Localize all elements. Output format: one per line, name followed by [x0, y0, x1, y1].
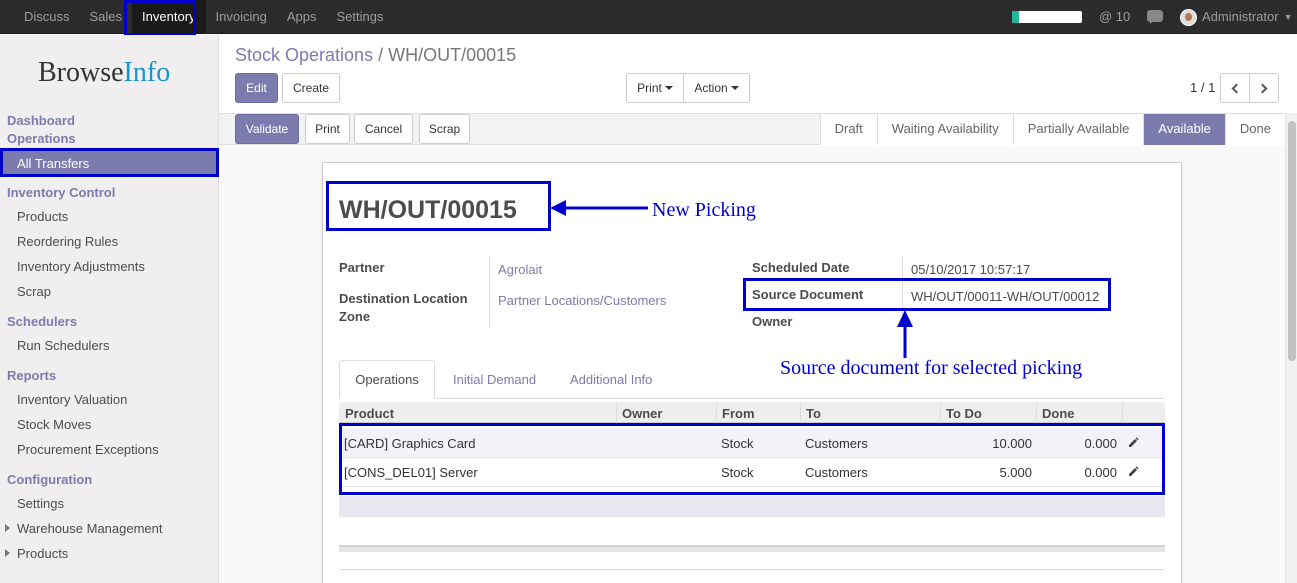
- column-divider: [716, 402, 717, 423]
- column-owner[interactable]: Owner: [622, 406, 662, 421]
- operations-table-header: Product Owner From To To Do Done: [339, 402, 1165, 423]
- notebook-tabs-line: [339, 398, 1165, 399]
- tab-additional-info[interactable]: Additional Info: [570, 372, 652, 387]
- arrow-to-source: [897, 310, 913, 358]
- column-done[interactable]: Done: [1042, 406, 1075, 421]
- tab-initial-demand[interactable]: Initial Demand: [453, 372, 536, 387]
- column-todo[interactable]: To Do: [946, 406, 982, 421]
- table-highlight-box: [339, 423, 1165, 495]
- section-separator: [339, 545, 1165, 552]
- column-divider: [1036, 402, 1037, 423]
- divider: [339, 569, 1165, 570]
- arrow-to-title: [550, 200, 648, 216]
- column-product[interactable]: Product: [345, 406, 394, 421]
- column-divider: [616, 402, 617, 423]
- column-divider: [800, 402, 801, 423]
- column-divider: [1122, 402, 1123, 423]
- tab-operations[interactable]: Operations: [339, 360, 435, 399]
- column-to[interactable]: To: [806, 406, 821, 421]
- table-footer: [339, 496, 1165, 517]
- column-divider: [940, 402, 941, 423]
- column-from[interactable]: From: [722, 406, 755, 421]
